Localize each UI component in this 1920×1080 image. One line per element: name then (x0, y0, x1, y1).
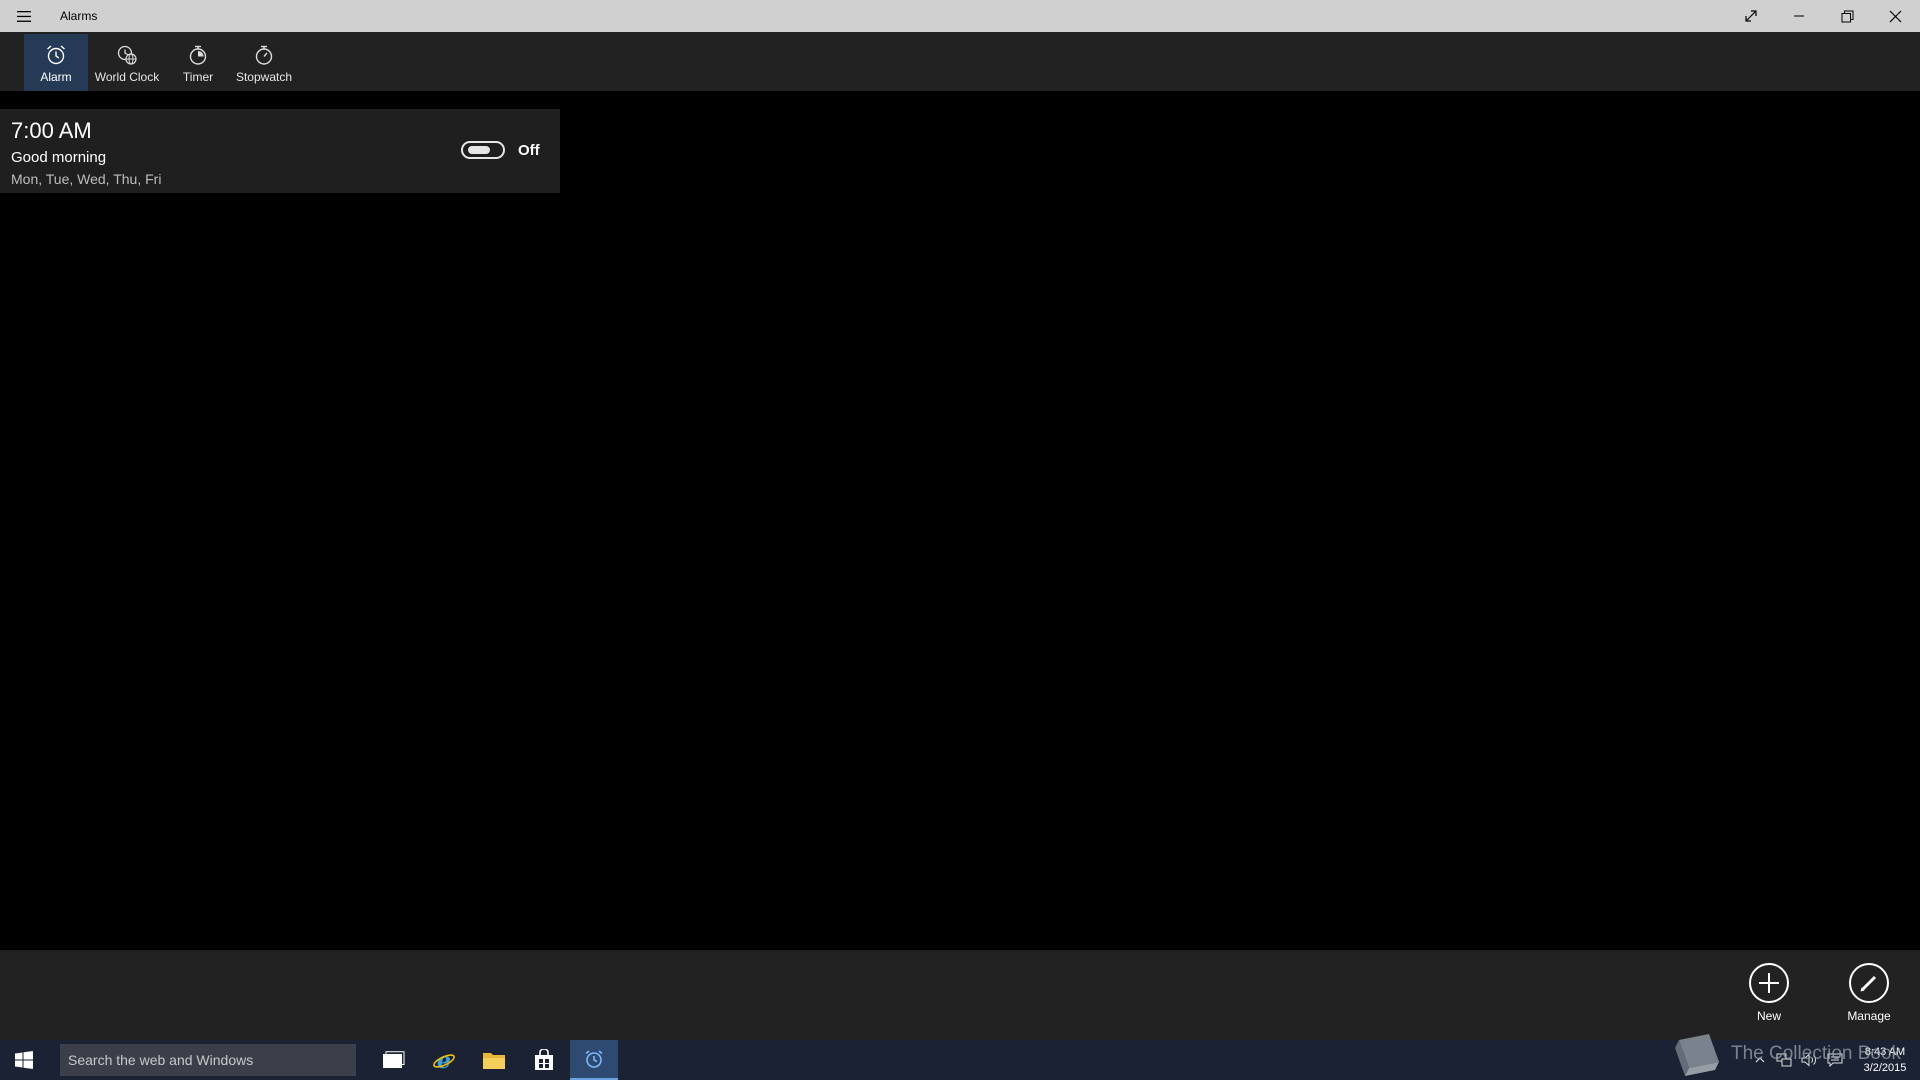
minimize-button[interactable] (1776, 0, 1822, 32)
timer-icon (189, 45, 207, 65)
nav-bar: Alarm World Clock Timer Stopwatch (0, 32, 1920, 91)
store-button[interactable] (520, 1040, 568, 1080)
restore-button[interactable] (1824, 0, 1870, 32)
file-explorer-button[interactable] (470, 1040, 518, 1080)
tab-alarm-label: Alarm (40, 70, 72, 84)
task-view-button[interactable] (370, 1040, 418, 1080)
book-icon (1675, 1034, 1719, 1076)
tab-timer[interactable]: Timer (172, 34, 224, 91)
internet-explorer-button[interactable]: e (420, 1040, 468, 1080)
tab-stopwatch-label: Stopwatch (235, 70, 293, 84)
alarm-days: Mon, Tue, Wed, Thu, Fri (11, 171, 162, 187)
window-title: Alarms (60, 9, 98, 23)
restore-icon (1841, 10, 1853, 22)
start-button[interactable] (0, 1040, 48, 1080)
alarms-taskbar-button[interactable] (570, 1040, 618, 1080)
watermark-text: The Collection Book (1731, 1043, 1902, 1064)
alarm-item[interactable]: 7:00 AM Good morning Mon, Tue, Wed, Thu,… (0, 109, 560, 193)
stopwatch-icon (255, 45, 273, 65)
internet-explorer-icon: e (433, 1048, 455, 1072)
minimize-icon (1794, 15, 1804, 17)
taskbar-search-input[interactable]: Search the web and Windows (60, 1044, 356, 1076)
close-button[interactable] (1872, 0, 1918, 32)
watermark: The Collection Book (1665, 1030, 1915, 1080)
edit-pencil-icon (1849, 963, 1889, 1003)
hamburger-icon (17, 10, 31, 22)
alarm-name: Good morning (11, 149, 107, 166)
full-screen-button[interactable] (1728, 0, 1774, 32)
windows-logo-icon (15, 1051, 33, 1069)
alarm-clock-icon (47, 45, 65, 65)
taskbar: Search the web and Windows e 8:43 AM 3/2… (0, 1040, 1920, 1080)
task-view-icon (383, 1051, 405, 1068)
folder-icon (483, 1053, 505, 1069)
toggle-knob (468, 146, 490, 154)
alarm-clock-icon (585, 1050, 603, 1068)
expand-icon (1745, 10, 1757, 22)
title-bar: Alarms (0, 0, 1920, 32)
alarm-time: 7:00 AM (11, 118, 92, 143)
tab-timer-label: Timer (182, 70, 214, 84)
hamburger-menu-button[interactable] (8, 0, 40, 32)
alarm-toggle-state: Off (518, 142, 540, 159)
new-alarm-label: New (1756, 1009, 1781, 1023)
close-icon (1889, 10, 1901, 22)
world-clock-icon (117, 45, 137, 65)
command-bar: New Manage (0, 950, 1920, 1040)
new-alarm-button[interactable]: New (1737, 962, 1801, 1023)
tab-world-clock-label: World Clock (94, 70, 160, 84)
store-bag-icon (535, 1049, 553, 1070)
tab-stopwatch[interactable]: Stopwatch (230, 34, 298, 91)
add-icon (1749, 963, 1789, 1003)
manage-alarms-button[interactable]: Manage (1837, 962, 1901, 1023)
tab-world-clock[interactable]: World Clock (92, 34, 162, 91)
alarm-toggle[interactable] (461, 141, 505, 159)
manage-alarms-label: Manage (1847, 1009, 1891, 1023)
tab-alarm[interactable]: Alarm (24, 34, 88, 91)
